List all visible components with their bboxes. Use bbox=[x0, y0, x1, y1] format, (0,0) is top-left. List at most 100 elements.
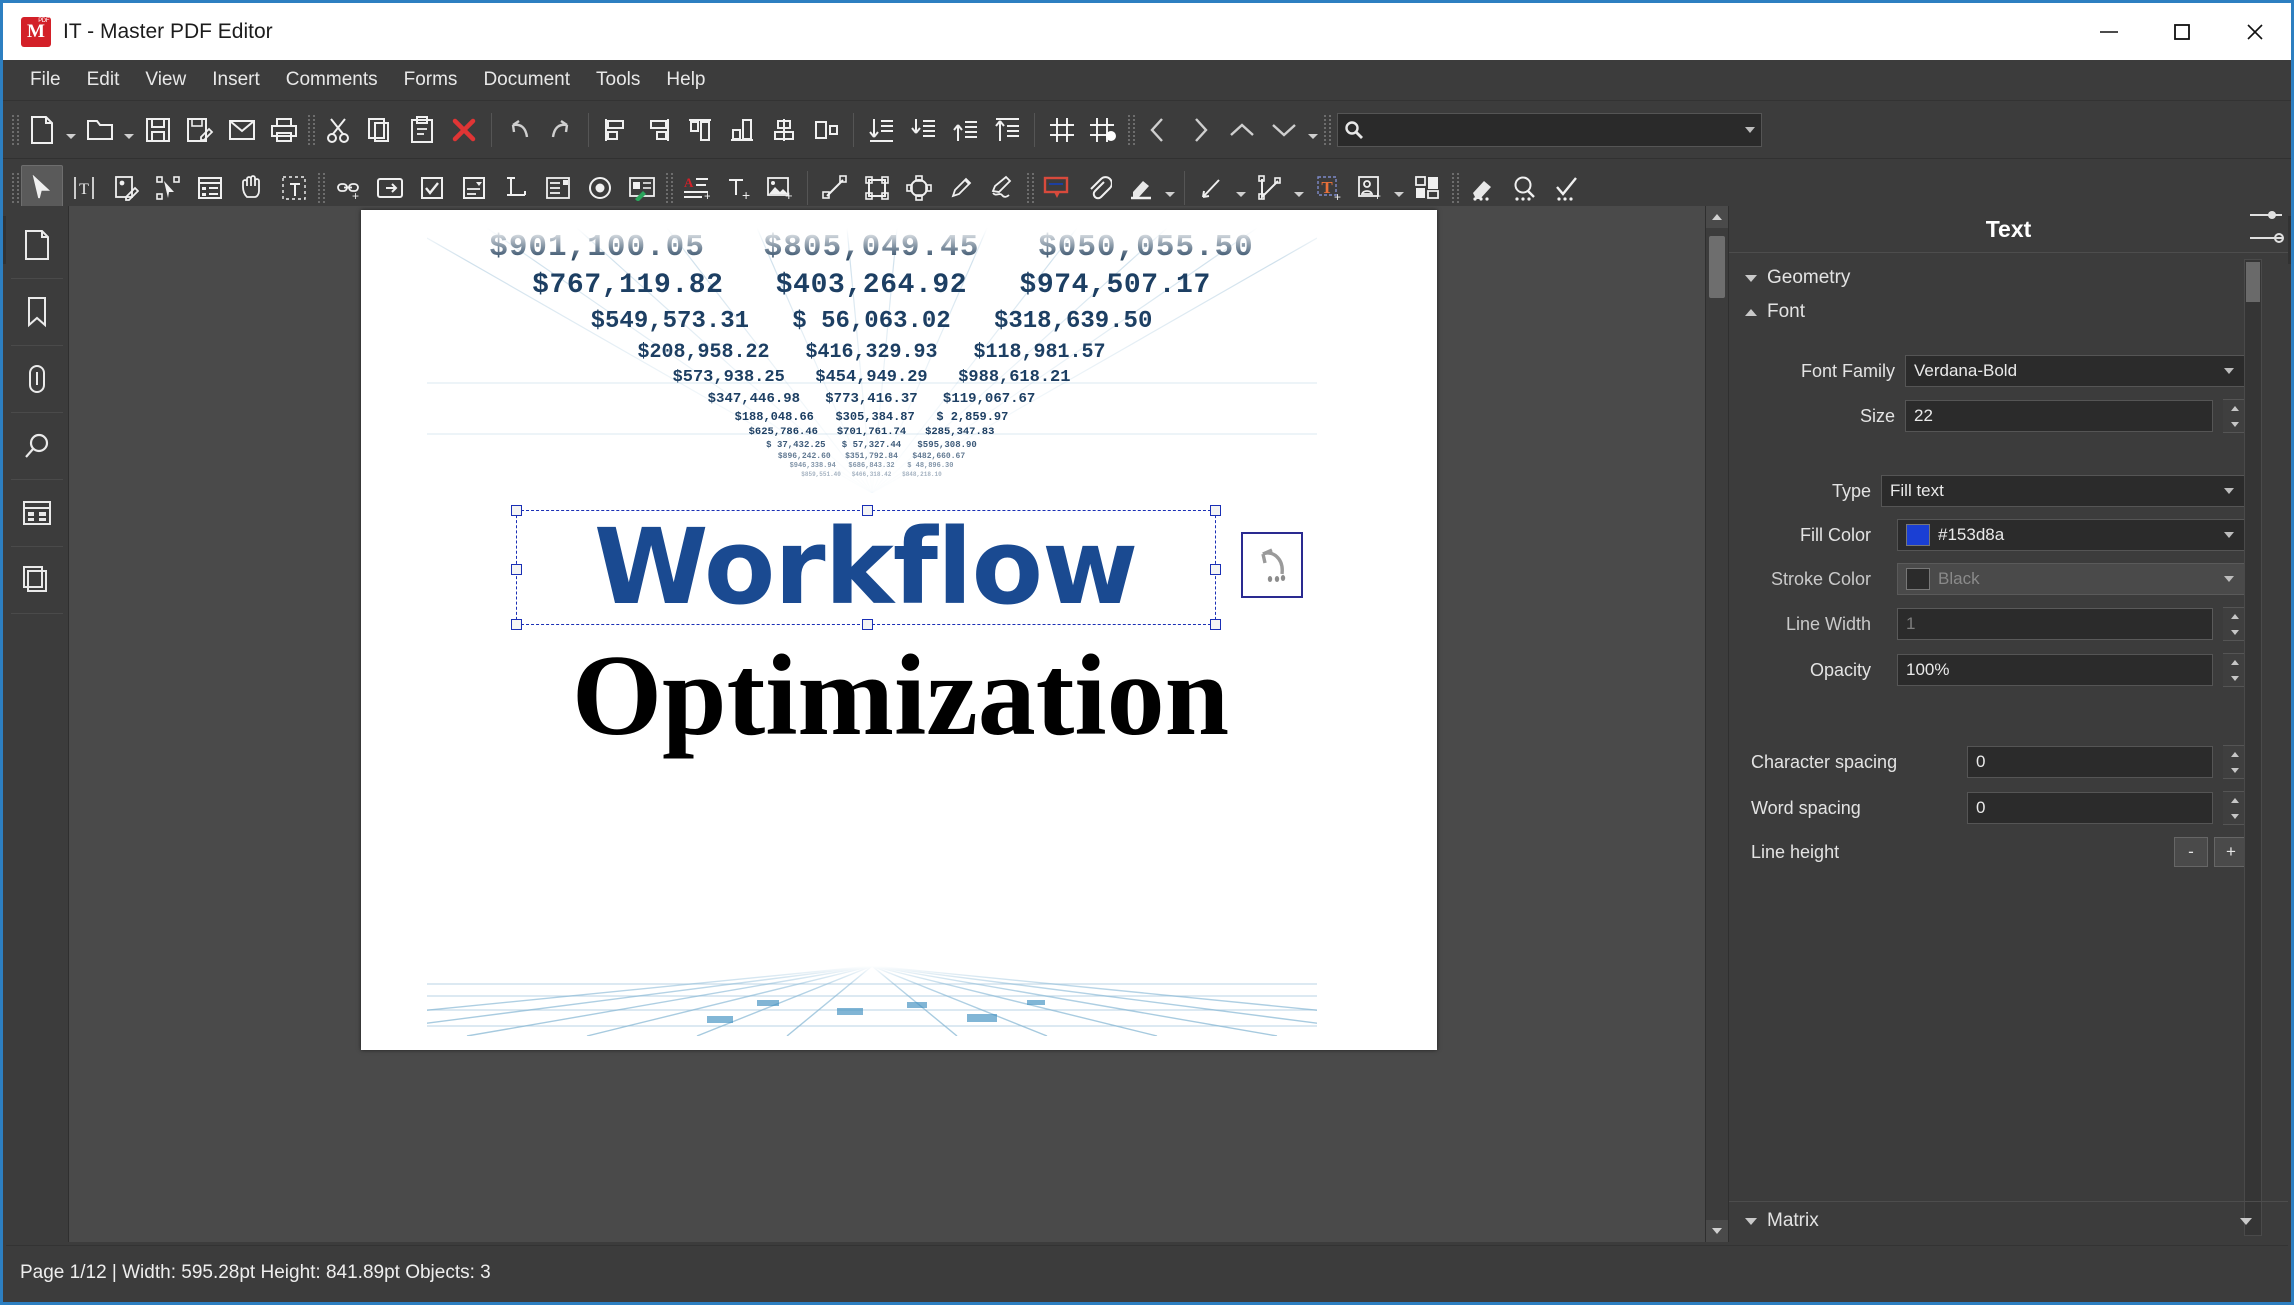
check-mark-icon[interactable] bbox=[1545, 165, 1587, 211]
save-icon[interactable] bbox=[137, 107, 179, 153]
font-family-select[interactable]: Verdana-Bold bbox=[1905, 355, 2248, 387]
insert-image-icon[interactable]: + bbox=[759, 165, 801, 211]
email-icon[interactable] bbox=[221, 107, 263, 153]
print-icon[interactable] bbox=[263, 107, 305, 153]
character-spacing-input[interactable]: 0 bbox=[1967, 746, 2213, 778]
chevron-down-icon[interactable] bbox=[1745, 1217, 1757, 1225]
menu-insert[interactable]: Insert bbox=[199, 65, 273, 95]
sidebar-item-attachments[interactable] bbox=[11, 346, 63, 413]
edit-path-tool-icon[interactable] bbox=[147, 165, 189, 211]
bring-to-front-icon[interactable] bbox=[986, 107, 1028, 153]
edit-form-tool-icon[interactable] bbox=[189, 165, 231, 211]
heading-optimization[interactable]: Optimization bbox=[421, 635, 1381, 757]
section-font[interactable]: Font bbox=[1729, 295, 2288, 329]
measure-line-icon[interactable] bbox=[1191, 165, 1233, 211]
pdf-page[interactable]: $901,100.05 $805,049.45 $050,055.50 $767… bbox=[360, 210, 1437, 1050]
tools-grip[interactable] bbox=[9, 171, 21, 205]
measure-polygon-dropdown-icon[interactable] bbox=[1291, 165, 1307, 211]
tools-grip-3[interactable] bbox=[663, 171, 675, 205]
chevron-down-icon[interactable] bbox=[2219, 356, 2239, 386]
measure-line-dropdown-icon[interactable] bbox=[1233, 165, 1249, 211]
open-document-dropdown-icon[interactable] bbox=[121, 107, 137, 153]
line-shape-icon[interactable] bbox=[814, 165, 856, 211]
cut-icon[interactable] bbox=[317, 107, 359, 153]
maximize-button[interactable] bbox=[2145, 3, 2218, 60]
rotate-handle-icon[interactable] bbox=[1240, 532, 1303, 598]
align-left-icon[interactable] bbox=[595, 107, 637, 153]
menu-forms[interactable]: Forms bbox=[391, 65, 471, 95]
sidebar-item-bookmarks[interactable] bbox=[11, 279, 63, 346]
menu-view[interactable]: View bbox=[132, 65, 199, 95]
canvas-vertical-scrollbar[interactable] bbox=[1705, 206, 1728, 1242]
canvas-scroll-thumb[interactable] bbox=[1709, 236, 1725, 298]
rectangle-shape-icon[interactable] bbox=[856, 165, 898, 211]
properties-panel-scrollbar[interactable] bbox=[2244, 259, 2262, 1236]
zoom-icon[interactable] bbox=[1503, 165, 1545, 211]
send-to-back-icon[interactable] bbox=[860, 107, 902, 153]
chevron-up-icon[interactable] bbox=[1745, 308, 1757, 316]
radiobutton-field-icon[interactable] bbox=[579, 165, 621, 211]
align-right-icon[interactable] bbox=[637, 107, 679, 153]
undo-icon[interactable] bbox=[498, 107, 540, 153]
menu-tools[interactable]: Tools bbox=[583, 65, 653, 95]
edit-text-tool-icon[interactable]: T bbox=[63, 165, 105, 211]
text-field-icon[interactable] bbox=[495, 165, 537, 211]
line-height-increase-button[interactable]: + bbox=[2214, 837, 2248, 867]
scroll-up-arrow-icon[interactable] bbox=[1706, 206, 1728, 228]
menu-help[interactable]: Help bbox=[653, 65, 718, 95]
sidebar-item-forms[interactable] bbox=[11, 480, 63, 547]
resize-handle-nw[interactable] bbox=[510, 505, 522, 516]
align-bottom-icon[interactable] bbox=[721, 107, 763, 153]
select-tool-icon[interactable] bbox=[21, 164, 63, 211]
document-canvas[interactable]: $901,100.05 $805,049.45 $050,055.50 $767… bbox=[69, 206, 1728, 1242]
highlighter-icon[interactable] bbox=[1120, 165, 1162, 211]
eraser-icon[interactable] bbox=[1461, 165, 1503, 211]
highlighter-dropdown-icon[interactable] bbox=[1162, 165, 1178, 211]
menu-document[interactable]: Document bbox=[470, 65, 583, 95]
sidebar-item-search[interactable] bbox=[11, 413, 63, 480]
redo-icon[interactable] bbox=[540, 107, 582, 153]
add-stamp-dropdown-icon[interactable] bbox=[1391, 165, 1407, 211]
resize-handle-s[interactable] bbox=[861, 619, 873, 630]
toolbar-grip-3[interactable] bbox=[1125, 113, 1137, 147]
tools-grip-5[interactable] bbox=[1449, 171, 1461, 205]
toolbar-grip-2[interactable] bbox=[305, 113, 317, 147]
listbox-field-icon[interactable] bbox=[537, 165, 579, 211]
previous-page-icon[interactable] bbox=[1137, 107, 1179, 153]
snap-to-grid-icon[interactable] bbox=[1083, 107, 1125, 153]
signature-field-icon[interactable] bbox=[621, 165, 663, 211]
grid-icon[interactable] bbox=[1041, 107, 1083, 153]
resize-handle-e[interactable] bbox=[1209, 563, 1221, 575]
paste-icon[interactable] bbox=[401, 107, 443, 153]
add-stamp-icon[interactable]: + bbox=[1349, 165, 1391, 211]
pencil-icon[interactable] bbox=[940, 165, 982, 211]
selected-text-object[interactable]: Workflow bbox=[510, 505, 1221, 630]
tools-grip-2[interactable] bbox=[315, 171, 327, 205]
polygon-shape-icon[interactable] bbox=[898, 165, 940, 211]
line-height-decrease-button[interactable]: - bbox=[2174, 837, 2208, 867]
toolbar-overflow-icon[interactable] bbox=[1305, 107, 1321, 153]
toolbar-grip[interactable] bbox=[9, 113, 21, 147]
copy-icon[interactable] bbox=[359, 107, 401, 153]
matrix-expand-icon[interactable] bbox=[2240, 1217, 2252, 1225]
edit-image-tool-icon[interactable] bbox=[105, 165, 147, 211]
font-size-input[interactable]: 22 bbox=[1905, 400, 2213, 432]
select-text-tool-icon[interactable] bbox=[273, 165, 315, 211]
resize-handle-ne[interactable] bbox=[1209, 505, 1221, 516]
align-center-vertical-icon[interactable] bbox=[763, 107, 805, 153]
align-top-icon[interactable] bbox=[679, 107, 721, 153]
fill-color-select[interactable]: #153d8a bbox=[1897, 519, 2248, 551]
layout-icon[interactable] bbox=[1407, 165, 1449, 211]
next-page-icon[interactable] bbox=[1179, 107, 1221, 153]
delete-icon[interactable] bbox=[443, 107, 485, 153]
attachment-icon[interactable] bbox=[1078, 165, 1120, 211]
properties-scroll-thumb[interactable] bbox=[2246, 262, 2260, 302]
bring-forward-icon[interactable] bbox=[944, 107, 986, 153]
search-dropdown-icon[interactable] bbox=[1745, 126, 1755, 133]
scroll-up-icon[interactable] bbox=[1221, 107, 1263, 153]
search-input[interactable] bbox=[1364, 119, 1745, 140]
resize-handle-w[interactable] bbox=[510, 563, 522, 575]
resize-handle-n[interactable] bbox=[861, 505, 873, 516]
freehand-icon[interactable] bbox=[982, 165, 1024, 211]
tools-grip-4[interactable] bbox=[1024, 171, 1036, 205]
